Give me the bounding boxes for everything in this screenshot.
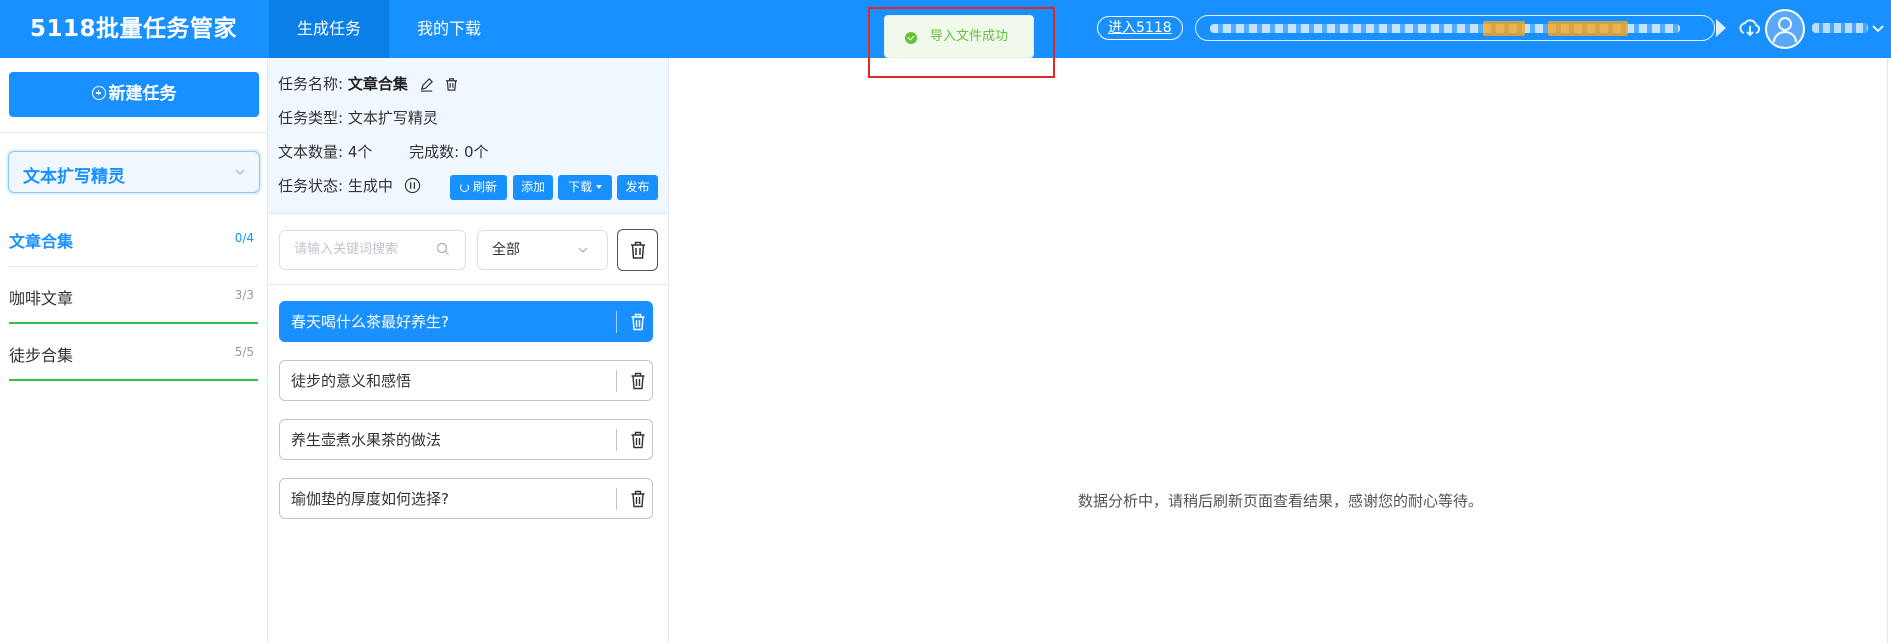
trash-icon[interactable] bbox=[630, 313, 646, 331]
divider bbox=[616, 311, 617, 333]
search-icon[interactable] bbox=[436, 242, 450, 256]
task-type-info-value: 文本扩写精灵 bbox=[347, 109, 438, 127]
new-task-label: 新建任务 bbox=[108, 84, 177, 104]
enter-5118-button[interactable]: 进入5118 bbox=[1097, 16, 1183, 40]
article-item[interactable]: 徒步的意义和感悟 bbox=[279, 360, 653, 401]
refresh-button[interactable]: 刷新 bbox=[450, 175, 507, 200]
done-count-value: 0个 bbox=[464, 143, 489, 161]
task-progress-line bbox=[9, 379, 258, 381]
notice-highlight bbox=[1483, 21, 1525, 36]
edit-icon[interactable] bbox=[419, 77, 434, 92]
pause-circle-icon[interactable] bbox=[404, 177, 421, 194]
delete-task-icon[interactable] bbox=[444, 77, 459, 92]
sidebar-task-item[interactable]: 咖啡文章 3/3 bbox=[9, 267, 258, 324]
article-title: 瑜伽垫的厚度如何选择? bbox=[291, 490, 449, 508]
done-count-label: 完成数: bbox=[409, 143, 460, 161]
plus-circle-icon bbox=[91, 86, 106, 100]
task-sidebar: 新建任务 文本扩写精灵 文章合集 0/4 咖啡文章 3/3 徒步合集 5/5 bbox=[0, 58, 268, 643]
article-title: 徒步的意义和感悟 bbox=[291, 372, 412, 390]
task-name-label: 任务名称: bbox=[278, 75, 344, 93]
trash-icon[interactable] bbox=[630, 372, 646, 390]
tab-my-downloads[interactable]: 我的下载 bbox=[393, 0, 505, 58]
chevron-down-icon bbox=[578, 247, 588, 253]
trash-icon[interactable] bbox=[630, 431, 646, 449]
avatar[interactable] bbox=[1765, 9, 1805, 49]
caret-down-icon bbox=[595, 185, 602, 189]
task-type-select[interactable]: 文本扩写精灵 bbox=[8, 151, 260, 193]
divider bbox=[0, 132, 268, 133]
task-progress-count: 0/4 bbox=[234, 231, 254, 245]
publish-button[interactable]: 发布 bbox=[617, 175, 658, 200]
divider bbox=[616, 370, 617, 392]
download-dropdown-button[interactable]: 下载 bbox=[558, 175, 612, 200]
analysis-status-message: 数据分析中，请稍后刷新页面查看结果，感谢您的耐心等待。 bbox=[1078, 492, 1484, 510]
article-item[interactable]: 养生壶煮水果茶的做法 bbox=[279, 419, 653, 460]
new-task-button[interactable]: 新建任务 bbox=[9, 72, 259, 117]
notice-bar[interactable] bbox=[1195, 15, 1715, 41]
user-icon bbox=[1773, 17, 1797, 43]
app-logo[interactable]: 5118批量任务管家 bbox=[30, 0, 237, 58]
task-name: 文章合集 bbox=[9, 232, 74, 251]
task-type-value: 文本扩写精灵 bbox=[23, 167, 125, 187]
trash-icon bbox=[631, 241, 645, 259]
scrollbar-track[interactable] bbox=[1887, 58, 1888, 643]
notice-arrow-icon bbox=[1716, 19, 1726, 37]
task-name-row: 任务名称: 文章合集 bbox=[278, 74, 459, 94]
article-title: 养生壶煮水果茶的做法 bbox=[291, 431, 442, 449]
annotation-highlight-box bbox=[868, 7, 1055, 78]
task-type-label: 任务类型: bbox=[278, 109, 344, 127]
chevron-down-icon bbox=[235, 169, 245, 175]
task-progress-count: 5/5 bbox=[234, 345, 254, 359]
task-status-row: 任务状态: 生成中 bbox=[278, 176, 421, 196]
task-status-value: 生成中 bbox=[347, 177, 393, 195]
cloud-download-icon[interactable] bbox=[1738, 16, 1762, 40]
divider bbox=[616, 429, 617, 451]
trash-icon[interactable] bbox=[630, 490, 646, 508]
text-count-label: 文本数量: bbox=[278, 143, 344, 161]
task-name: 咖啡文章 bbox=[9, 289, 74, 308]
text-count-value: 4个 bbox=[347, 143, 373, 161]
add-button[interactable]: 添加 bbox=[513, 175, 553, 200]
refresh-label: 刷新 bbox=[472, 180, 497, 194]
refresh-icon bbox=[460, 183, 470, 192]
task-info-box: 任务名称: 文章合集 任务类型: 文本扩写精灵 文本数量: 4个 完成数: 0个… bbox=[268, 58, 668, 214]
notice-highlight bbox=[1548, 21, 1628, 36]
task-name: 徒步合集 bbox=[9, 346, 74, 365]
download-label: 下载 bbox=[568, 180, 593, 194]
chevron-down-icon[interactable] bbox=[1871, 22, 1885, 36]
article-item[interactable]: 春天喝什么茶最好养生? bbox=[279, 301, 653, 342]
sidebar-task-item[interactable]: 徒步合集 5/5 bbox=[9, 324, 258, 381]
task-status-label: 任务状态: bbox=[278, 177, 344, 195]
task-type-row: 任务类型: 文本扩写精灵 bbox=[278, 108, 438, 128]
batch-delete-button[interactable] bbox=[617, 229, 658, 271]
task-progress-count: 3/3 bbox=[234, 288, 254, 302]
task-detail-panel: 任务名称: 文章合集 任务类型: 文本扩写精灵 文本数量: 4个 完成数: 0个… bbox=[268, 58, 669, 643]
tab-generate-task[interactable]: 生成任务 bbox=[269, 0, 389, 58]
username-blurred[interactable] bbox=[1812, 23, 1868, 33]
task-count-row: 文本数量: 4个 完成数: 0个 bbox=[278, 142, 489, 162]
article-title: 春天喝什么茶最好养生? bbox=[291, 313, 449, 331]
divider bbox=[616, 488, 617, 510]
sidebar-task-item[interactable]: 文章合集 0/4 bbox=[9, 210, 258, 267]
status-filter-select[interactable]: 全部 bbox=[477, 230, 608, 270]
task-name-value: 文章合集 bbox=[347, 75, 408, 93]
article-item[interactable]: 瑜伽垫的厚度如何选择? bbox=[279, 478, 653, 519]
